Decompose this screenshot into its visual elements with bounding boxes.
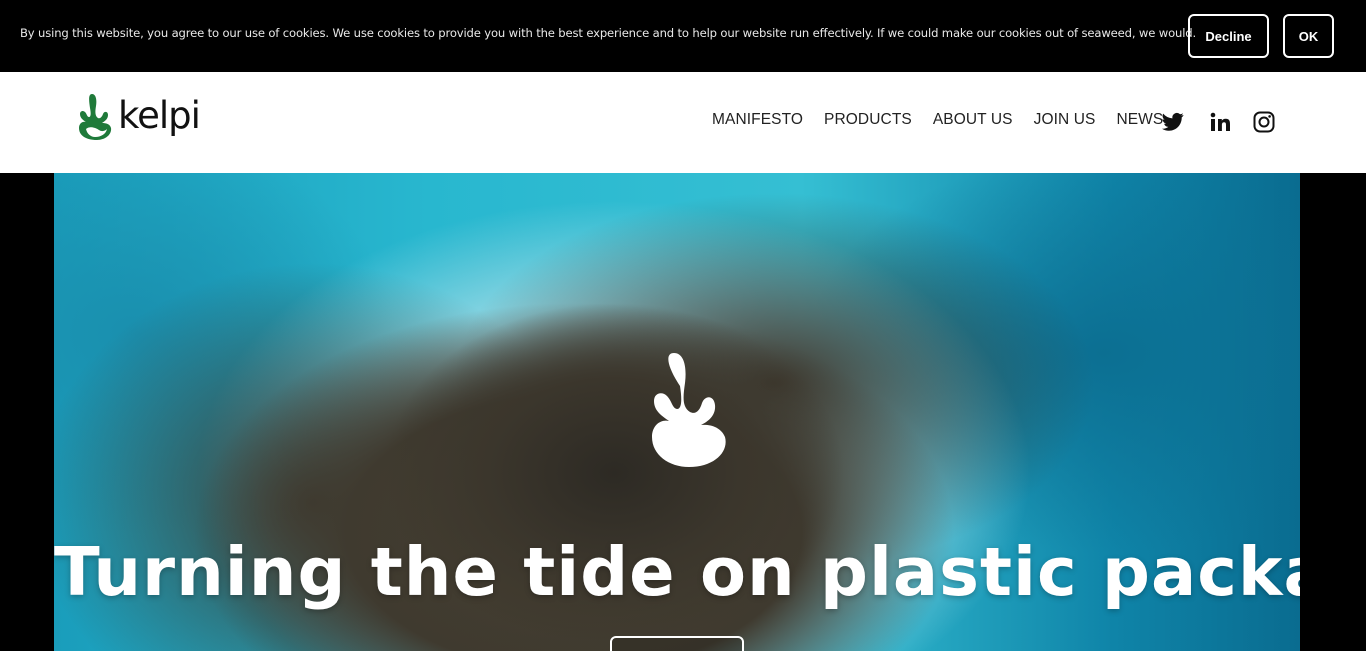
logo-link[interactable]: kelpi xyxy=(76,92,201,142)
instagram-icon[interactable] xyxy=(1252,110,1276,134)
nav-item-join-us[interactable]: JOIN US xyxy=(1034,111,1096,129)
cookie-banner: By using this website, you agree to our … xyxy=(0,0,1366,72)
linkedin-icon[interactable] xyxy=(1208,110,1232,134)
logo-text: kelpi xyxy=(118,93,201,137)
decline-cookies-button[interactable]: Decline xyxy=(1188,14,1269,58)
site-header: kelpi MANIFESTO PRODUCTS ABOUT US JOIN U… xyxy=(0,72,1366,173)
accept-cookies-button[interactable]: OK xyxy=(1283,14,1334,58)
nav-item-about-us[interactable]: ABOUT US xyxy=(933,111,1013,129)
main-nav: MANIFESTO PRODUCTS ABOUT US JOIN US NEWS xyxy=(712,111,1184,129)
hero-section: Turning the tide on plastic packaging xyxy=(54,173,1300,651)
nav-item-products[interactable]: PRODUCTS xyxy=(824,111,912,129)
kelpi-mark-icon xyxy=(652,353,726,467)
hero-cta-button[interactable] xyxy=(610,636,744,651)
cookie-message: By using this website, you agree to our … xyxy=(20,26,1197,40)
twitter-icon[interactable] xyxy=(1161,110,1185,134)
hero-title: Turning the tide on plastic packaging xyxy=(54,533,1300,611)
nav-item-news[interactable]: NEWS xyxy=(1116,111,1163,129)
kelpi-logo-icon xyxy=(79,94,112,140)
nav-item-manifesto[interactable]: MANIFESTO xyxy=(712,111,803,129)
